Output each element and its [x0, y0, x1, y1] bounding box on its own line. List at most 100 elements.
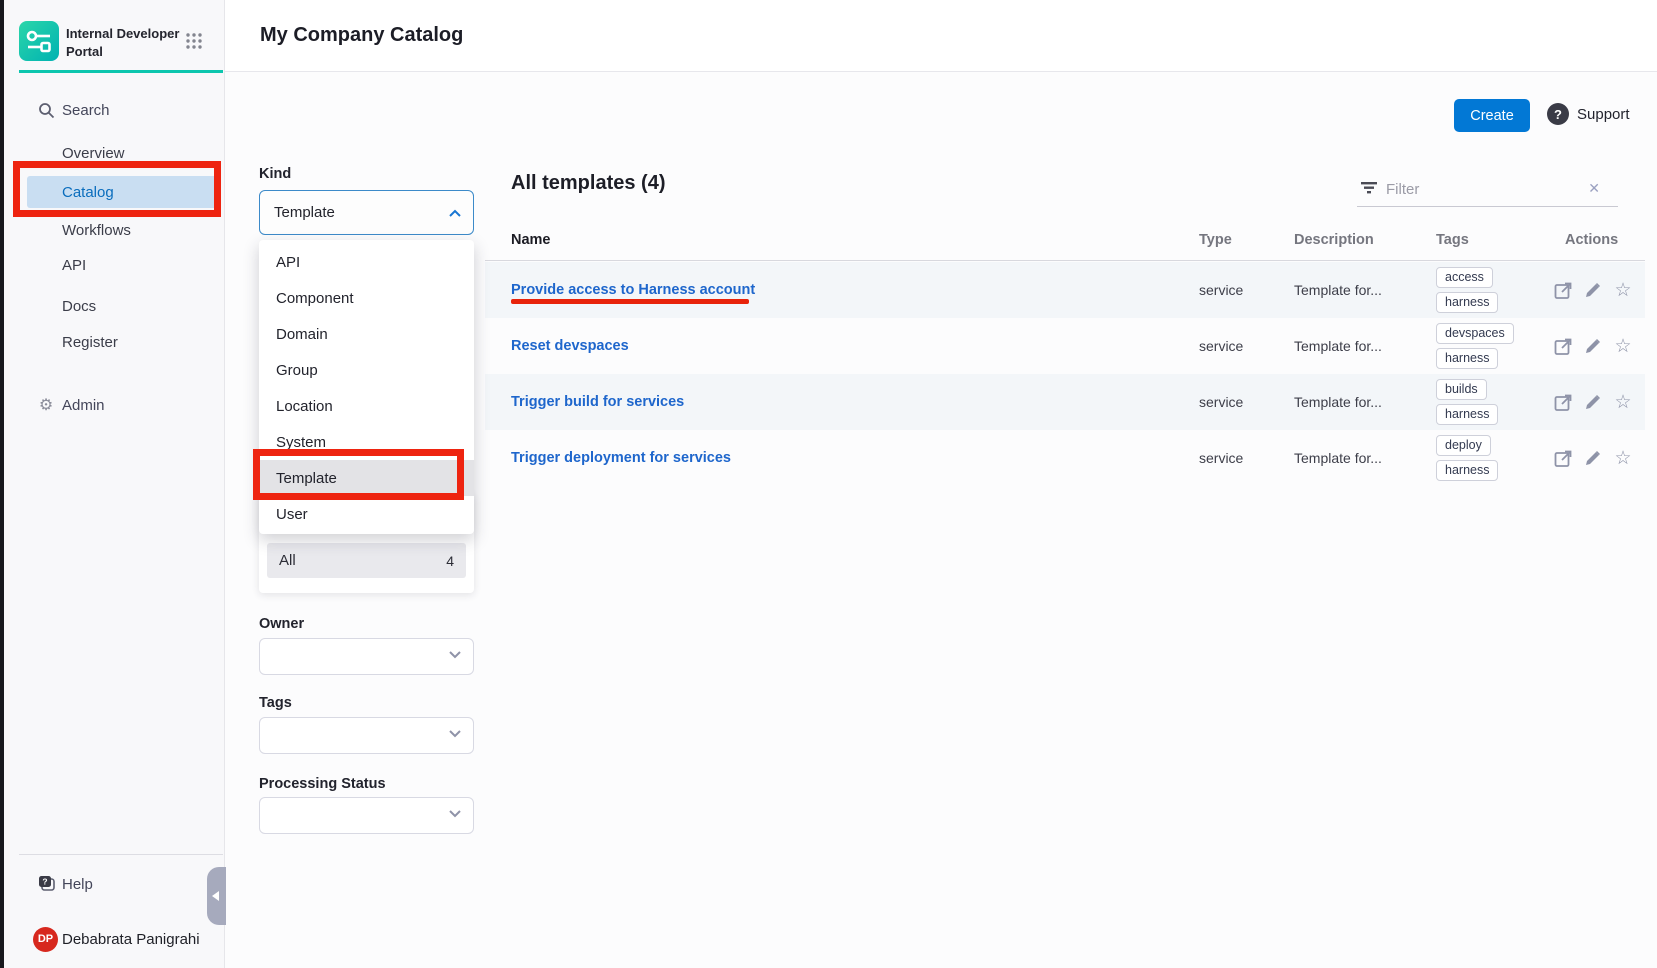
teal-divider [19, 70, 223, 73]
open-in-new-icon[interactable] [1553, 392, 1573, 412]
chevron-down-icon [449, 651, 461, 659]
tag-chip: access [1436, 267, 1493, 288]
template-link[interactable]: Trigger deployment for services [511, 450, 731, 466]
tag-chip: harness [1436, 460, 1498, 481]
star-icon[interactable]: ☆ [1613, 280, 1633, 300]
clear-filter-icon[interactable]: ✕ [1588, 180, 1600, 197]
column-header-tags: Tags [1436, 232, 1469, 248]
portal-title: Internal Developer Portal [66, 25, 184, 60]
sidebar-item-label: Workflows [62, 222, 131, 239]
kind-option-group[interactable]: Group [259, 352, 474, 388]
table-title: All templates (4) [511, 172, 665, 195]
type-cell: service [1199, 450, 1243, 466]
kind-dropdown-menu: APIComponentDomainGroupLocationSystemTem… [259, 240, 474, 534]
sidebar-item-register[interactable]: Register [4, 324, 225, 360]
open-in-new-icon[interactable] [1553, 280, 1573, 300]
tag-chip: harness [1436, 348, 1498, 369]
star-icon[interactable]: ☆ [1613, 392, 1633, 412]
collapse-arrow-icon [212, 891, 219, 901]
edit-pencil-icon[interactable] [1583, 392, 1603, 412]
page-header: My Company Catalog [225, 0, 1657, 72]
search-icon [37, 101, 55, 119]
chevron-down-icon [449, 730, 461, 738]
sidebar-item-docs[interactable]: Docs [4, 288, 225, 324]
sidebar-collapse-handle[interactable] [207, 867, 226, 925]
sidebar-item-overview[interactable]: Overview [4, 135, 225, 171]
tags-select[interactable] [259, 717, 474, 754]
sidebar-item-api[interactable]: API [4, 247, 225, 283]
sidebar-item-catalog[interactable]: Catalog [4, 174, 225, 210]
create-button[interactable]: Create [1454, 99, 1530, 132]
facet-all-row[interactable]: All 4 [267, 543, 466, 578]
processing-status-select[interactable] [259, 797, 474, 834]
owner-select[interactable] [259, 638, 474, 675]
user-name: Debabrata Panigrahi [62, 931, 200, 948]
kind-select[interactable]: Template [259, 190, 474, 235]
actions-cell: ☆ [1553, 336, 1633, 356]
table-row: Provide access to Harness account service… [485, 262, 1645, 318]
search-label: Search [62, 102, 110, 119]
kind-option-api[interactable]: API [259, 244, 474, 280]
chevron-up-icon [449, 209, 461, 217]
column-header-name: Name [511, 232, 551, 248]
table-body: Provide access to Harness account service… [485, 262, 1645, 486]
filter-placeholder: Filter [1386, 181, 1419, 198]
star-icon[interactable]: ☆ [1613, 448, 1633, 468]
description-cell: Template for... [1294, 282, 1382, 298]
admin-label: Admin [62, 397, 105, 414]
gear-icon: ⚙ [37, 396, 55, 414]
tag-chip: harness [1436, 292, 1498, 313]
question-circle-icon: ? [1547, 103, 1569, 125]
edit-pencil-icon[interactable] [1583, 336, 1603, 356]
tags-cell: access harness [1436, 267, 1498, 313]
table-row: Trigger deployment for servicesserviceTe… [485, 430, 1645, 486]
kind-option-system[interactable]: System [259, 424, 474, 460]
table-row: Reset devspacesserviceTemplate for...dev… [485, 318, 1645, 374]
sidebar-item-label: Docs [62, 298, 96, 315]
sidebar-item-help[interactable]: ? Help [4, 867, 225, 901]
open-in-new-icon[interactable] [1553, 336, 1573, 356]
kind-option-component[interactable]: Component [259, 280, 474, 316]
owner-filter-label: Owner [259, 616, 304, 632]
support-button[interactable]: ? Support [1547, 103, 1630, 125]
star-icon[interactable]: ☆ [1613, 336, 1633, 356]
tags-cell: devspacesharness [1436, 323, 1514, 369]
facet-all-count: 4 [446, 553, 454, 569]
sidebar-item-label: Register [62, 334, 118, 351]
sidebar-item-admin[interactable]: ⚙ Admin [4, 388, 225, 422]
facet-all-label: All [279, 552, 296, 569]
kind-option-domain[interactable]: Domain [259, 316, 474, 352]
sidebar-item-label: Overview [62, 145, 125, 162]
table-header-row: Name Type Description Tags Actions [485, 232, 1645, 260]
column-header-description: Description [1294, 232, 1374, 248]
kind-select-value: Template [274, 204, 335, 221]
chevron-down-icon [449, 810, 461, 818]
table-header-divider [485, 260, 1645, 261]
kind-option-user[interactable]: User [259, 496, 474, 532]
actions-cell: ☆ [1553, 448, 1633, 468]
edit-pencil-icon[interactable] [1583, 280, 1603, 300]
apps-grid-icon[interactable] [185, 32, 203, 55]
sidebar-item-workflows[interactable]: Workflows [4, 212, 225, 248]
tag-chip: deploy [1436, 435, 1491, 456]
kind-option-location[interactable]: Location [259, 388, 474, 424]
type-cell: service [1199, 282, 1243, 298]
edit-pencil-icon[interactable] [1583, 448, 1603, 468]
idp-logo-icon [19, 21, 59, 61]
template-link[interactable]: Trigger build for services [511, 394, 684, 410]
main-content: Create ? Support Kind Template All 4 API… [225, 72, 1657, 968]
open-in-new-icon[interactable] [1553, 448, 1573, 468]
template-link[interactable]: Provide access to Harness account [511, 282, 755, 298]
sidebar-user[interactable]: DP Debabrata Panigrahi [4, 920, 225, 958]
active-item-highlight [27, 176, 217, 208]
page-title: My Company Catalog [260, 24, 463, 47]
column-header-type: Type [1199, 232, 1232, 248]
kind-option-template[interactable]: Template [259, 460, 474, 496]
logo-row: Internal Developer Portal [19, 21, 215, 63]
sidebar-item-search[interactable]: Search [4, 93, 225, 127]
template-link[interactable]: Reset devspaces [511, 338, 629, 354]
table-filter-input[interactable]: Filter ✕ [1357, 172, 1618, 207]
sidebar: Internal Developer Portal Search Overvie… [4, 0, 225, 968]
tags-filter-label: Tags [259, 695, 292, 711]
table-row: Trigger build for servicesserviceTemplat… [485, 374, 1645, 430]
